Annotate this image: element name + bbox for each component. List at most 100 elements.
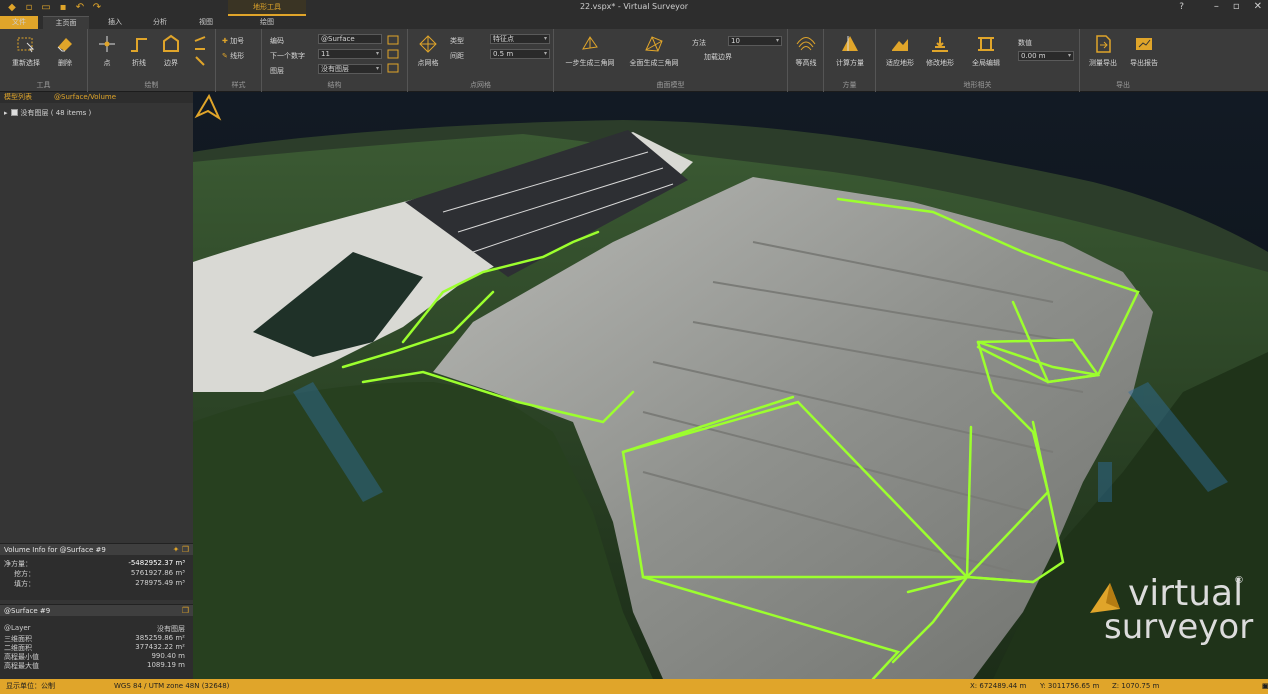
- export-doc-icon: [1096, 35, 1111, 53]
- method-select[interactable]: 10 ▾: [728, 36, 782, 46]
- triangulate-icon: [582, 36, 598, 50]
- quantity-label: 数值: [1018, 39, 1032, 47]
- group-label-surface-model: 曲面模型: [656, 81, 685, 89]
- grid-type-select[interactable]: 特征点 ▾: [490, 34, 550, 44]
- tab-draw[interactable]: 绘图: [228, 16, 306, 29]
- quantity-input[interactable]: 0.00 m ▾: [1018, 51, 1074, 61]
- pin-icon[interactable]: ✦: [173, 545, 180, 554]
- full-tin-button[interactable]: 全面生成三角网: [624, 33, 684, 68]
- draw-tools-icon: [194, 36, 206, 66]
- eraser-icon: [57, 38, 72, 52]
- add-style-button[interactable]: ✚ 加号: [222, 36, 244, 46]
- save-icon[interactable]: ▪: [57, 2, 69, 14]
- chevron-down-icon: ▾: [1067, 52, 1071, 59]
- polygon-button[interactable]: 边界: [156, 33, 186, 68]
- window-controls: – ▫ ✕: [1214, 1, 1262, 12]
- group-point-grid: 点网格 类型 特征点 ▾ 间距 0.5 m ▾ 点网格: [408, 29, 554, 92]
- add-boundary-button[interactable]: 加载边界: [704, 52, 732, 62]
- undo-icon[interactable]: ↶: [74, 2, 86, 14]
- virtual-surveyor-logo: virtual ® surveyor: [1086, 573, 1253, 651]
- help-icon[interactable]: ?: [1179, 2, 1184, 12]
- onestep-tin-button[interactable]: 一步生成三角网: [560, 33, 620, 68]
- chevron-down-icon: ▾: [543, 35, 547, 42]
- point-button[interactable]: 点: [92, 33, 122, 68]
- volume-info-header: Volume Info for @Surface #9 ✦ ❐: [0, 543, 193, 555]
- line-style-button[interactable]: ✎ 线形: [222, 51, 244, 61]
- tab-analyze[interactable]: 分析: [140, 16, 180, 29]
- method-label: 方法: [692, 39, 706, 47]
- group-terrain: 适应地形 修改地形 全局编辑 数值 0.00 m ▾ 地形相关: [876, 29, 1080, 92]
- group-tools: 重新选择 删除 工具: [0, 29, 88, 92]
- context-tab-header: 地形工具: [228, 0, 306, 16]
- line-style-icon: ✎: [222, 52, 228, 60]
- group-contours: 等高线: [788, 29, 824, 92]
- logo-registered-mark: ®: [1234, 575, 1244, 586]
- structure-tools-icon: [387, 35, 399, 73]
- contours-button[interactable]: 等高线: [791, 33, 821, 68]
- y-coordinate: Y: 3011756.65 m: [1040, 682, 1100, 690]
- display-unit-status[interactable]: 显示单位：公制: [6, 679, 55, 694]
- export-report-button[interactable]: 导出报告: [1124, 33, 1164, 68]
- surface-row: 二维面积 377432.22 m²: [4, 643, 185, 652]
- volume-row: 填方： 278975.49 m³: [14, 579, 185, 588]
- structure-mini-tools: [386, 34, 402, 74]
- layer-checkbox[interactable]: [10, 109, 18, 116]
- tab-file[interactable]: 文件: [0, 16, 38, 29]
- left-panel-tabs: 模型列表 @Surface/Volume: [0, 92, 193, 103]
- crs-status[interactable]: WGS 84 / UTM zone 48N (32648): [114, 679, 229, 694]
- status-bar: 显示单位：公制 WGS 84 / UTM zone 48N (32648) X:…: [0, 679, 1268, 694]
- group-volume: 计算方量 方量: [824, 29, 876, 92]
- left-panel: 模型列表 @Surface/Volume ▸ 没有图层 ( 48 items ) …: [0, 92, 193, 679]
- compute-volume-button[interactable]: 计算方量: [830, 33, 870, 68]
- surface-row: @Layer 没有图层: [4, 624, 185, 633]
- close-icon[interactable]: ✕: [1254, 1, 1262, 12]
- minimize-icon[interactable]: –: [1214, 1, 1219, 12]
- group-draw: 点 折线 边界 绘制: [88, 29, 216, 92]
- grid-spacing-input[interactable]: 0.5 m ▾: [490, 49, 550, 59]
- open-folder-icon[interactable]: ▭: [40, 2, 52, 14]
- chevron-down-icon: ▾: [543, 50, 547, 57]
- plus-icon: ✚: [222, 37, 228, 45]
- fit-terrain-button[interactable]: 适应地形: [882, 33, 918, 68]
- delete-button[interactable]: 删除: [48, 33, 82, 68]
- redo-icon[interactable]: ↷: [91, 2, 103, 14]
- navigation-compass-icon[interactable]: [193, 92, 223, 122]
- polyline-icon: [131, 38, 147, 52]
- group-label-tools: 工具: [36, 81, 51, 89]
- tab-insert[interactable]: 插入: [95, 16, 135, 29]
- point-grid-icon: [419, 35, 437, 53]
- tab-surface-volume[interactable]: @Surface/Volume: [54, 92, 116, 103]
- layer-select[interactable]: 没有图层 ▾: [318, 64, 382, 74]
- group-structure: 编码 @Surface 下一个数字 11 ▾ 图层 没有图层 ▾ 结构: [262, 29, 408, 92]
- group-export: 测量导出 导出报告 导出: [1080, 29, 1166, 92]
- quick-access-toolbar: ◆ ▫ ▭ ▪ ↶ ↷: [6, 2, 103, 14]
- group-label-volume: 方量: [842, 81, 857, 89]
- next-code-input[interactable]: 11 ▾: [318, 49, 382, 59]
- modify-terrain-button[interactable]: 修改地形: [922, 33, 958, 68]
- code-input[interactable]: @Surface: [318, 34, 382, 44]
- z-coordinate: Z: 1070.75 m: [1112, 682, 1160, 690]
- maximize-icon[interactable]: ▫: [1233, 1, 1240, 12]
- reshape-button[interactable]: 重新选择: [6, 33, 46, 68]
- tab-home[interactable]: 主页面: [43, 16, 89, 29]
- group-label-style: 样式: [231, 81, 246, 89]
- tab-model-list[interactable]: 模型列表: [4, 92, 32, 103]
- modify-terrain-icon: [932, 37, 948, 52]
- expand-arrow-icon[interactable]: ▸: [4, 109, 8, 117]
- chevron-down-icon: ▾: [375, 65, 379, 72]
- fit-terrain-icon: [892, 39, 908, 51]
- copy-icon[interactable]: ❐: [182, 545, 189, 554]
- tab-view[interactable]: 视图: [186, 16, 226, 29]
- grid-type-label: 类型: [450, 37, 464, 45]
- grid-toggle-icon[interactable]: ▦: [1262, 679, 1268, 694]
- contour-icon: [796, 37, 816, 51]
- global-edit-button[interactable]: 全局编辑: [968, 33, 1004, 68]
- volume-info-body: 净方量： -5482952.37 m³ 挖方： 5761927.86 m³ 填方： 2…: [0, 555, 193, 600]
- polyline-button[interactable]: 折线: [124, 33, 154, 68]
- volume-icon: [842, 36, 858, 51]
- layer-tree-item[interactable]: ▸ 没有图层 ( 48 items ): [4, 108, 91, 118]
- point-grid-button[interactable]: 点网格: [412, 33, 444, 68]
- measure-export-button[interactable]: 测量导出: [1084, 33, 1122, 68]
- 3d-viewport[interactable]: virtual ® surveyor: [193, 92, 1268, 679]
- new-file-icon[interactable]: ▫: [23, 2, 35, 14]
